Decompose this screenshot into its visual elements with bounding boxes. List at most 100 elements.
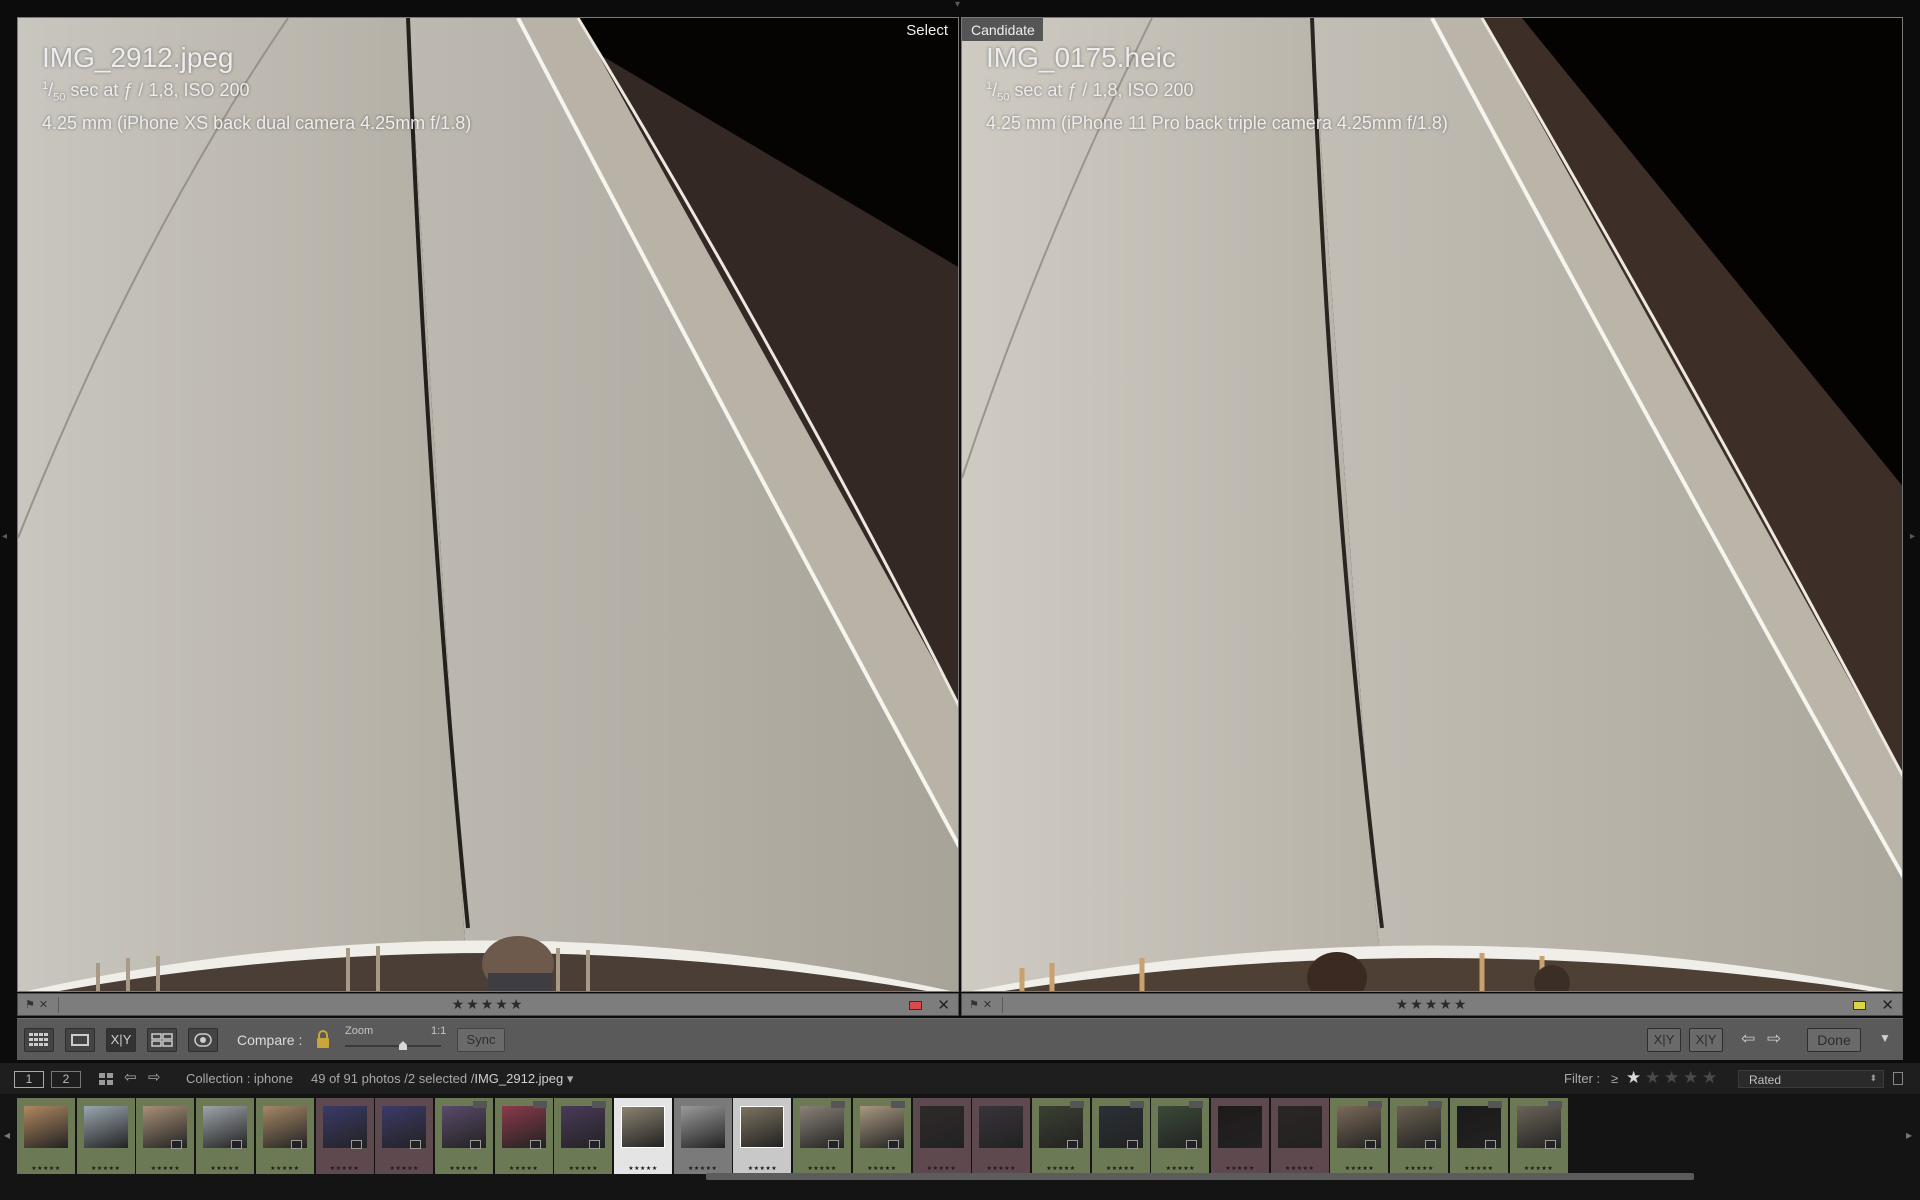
thumbnail-star-icons: ★★★★★	[31, 1166, 61, 1172]
sync-button[interactable]: Sync	[457, 1028, 505, 1052]
grid-view-button[interactable]	[24, 1028, 54, 1052]
thumbnail-metadata-icon	[831, 1101, 846, 1108]
thumbnail-edit-badge-icon	[529, 1140, 541, 1149]
select-star-rating[interactable]: ★★★★★	[18, 996, 958, 1013]
zoom-slider-track[interactable]	[345, 1045, 441, 1047]
select-photo[interactable]	[18, 18, 958, 991]
filmstrip-thumbnail[interactable]: ★★★★★	[912, 1098, 971, 1174]
thumbnail-metadata-icon	[1487, 1101, 1502, 1108]
select-exposure-denominator: 50	[53, 91, 66, 104]
secondary-window-page-button[interactable]: 2	[51, 1071, 81, 1088]
select-close-icon[interactable]: ✕	[937, 996, 950, 1014]
filmstrip-thumbnail[interactable]: ★★★★★	[1509, 1098, 1568, 1174]
select-photo-info-overlay: IMG_2912.jpeg 1/50 sec at ƒ / 1,8, ISO 2…	[42, 42, 471, 136]
survey-view-button[interactable]	[147, 1028, 177, 1052]
select-exposure-text: sec at ƒ / 1,8, ISO 200	[65, 80, 250, 100]
filmstrip-thumbnail[interactable]: ★★★★★	[733, 1098, 792, 1174]
filmstrip-thumbnail[interactable]: ★★★★★	[1091, 1098, 1150, 1174]
filmstrip-thumbnail[interactable]: ★★★★★	[315, 1098, 374, 1174]
filmstrip-thumbnail[interactable]: ★★★★★	[972, 1098, 1031, 1174]
current-filename[interactable]: IMG_2912.jpeg	[474, 1071, 563, 1086]
thumbnail-edit-badge-icon	[350, 1140, 362, 1149]
done-button[interactable]: Done	[1807, 1028, 1861, 1052]
filmstrip-thumbnail[interactable]: ★★★★★	[434, 1098, 493, 1174]
right-panel-toggle-icon[interactable]: ▸	[1910, 532, 1915, 542]
toolbar-options-chevron-down-icon[interactable]: ▼	[1879, 1031, 1891, 1045]
filmstrip-thumbnail[interactable]: ★★★★★	[614, 1098, 672, 1174]
make-select-button[interactable]: X|Y	[1689, 1028, 1723, 1052]
filmstrip-thumbnail[interactable]: ★★★★★	[196, 1098, 255, 1174]
filter-star-4-icon[interactable]: ★	[1683, 1068, 1698, 1088]
filmstrip-scrollbar[interactable]	[706, 1173, 1694, 1180]
thumbnail-star-icons: ★★★★★	[1404, 1166, 1434, 1172]
back-arrow-icon[interactable]: ⇦	[124, 1068, 137, 1086]
filter-operator[interactable]: ≥	[1611, 1071, 1618, 1086]
candidate-photo[interactable]	[962, 18, 1902, 991]
filmstrip-thumbnail[interactable]: ★★★★★	[17, 1098, 75, 1174]
candidate-photo-panel[interactable]: Candidate IMG_0175.heic 1/50 sec at ƒ / …	[961, 17, 1903, 992]
filmstrip-scroll-left-icon[interactable]: ◂	[4, 1128, 10, 1142]
swap-button[interactable]: X|Y	[1647, 1028, 1681, 1052]
grid-small-icon[interactable]	[99, 1073, 113, 1085]
thumbnail-edit-badge-icon	[469, 1140, 481, 1149]
previous-photo-icon[interactable]: ⇦	[1741, 1029, 1755, 1049]
filmstrip-thumbnail[interactable]: ★★★★★	[1449, 1098, 1508, 1174]
select-exposure-numerator: 1	[42, 80, 49, 92]
thumbnail-metadata-icon	[592, 1101, 607, 1108]
filmstrip-thumbnail[interactable]: ★★★★★	[1390, 1098, 1449, 1174]
filter-preset-dropdown[interactable]: Rated ⬍	[1738, 1070, 1884, 1088]
filmstrip-thumbnail[interactable]: ★★★★★	[255, 1098, 314, 1174]
filter-lock-icon[interactable]	[1893, 1072, 1903, 1085]
thumbnail-star-icons: ★★★★★	[1165, 1166, 1195, 1172]
filmstrip-thumbnail[interactable]: ★★★★★	[494, 1098, 553, 1174]
filmstrip-thumbnail[interactable]: ★★★★★	[554, 1098, 613, 1174]
grid-icon	[29, 1033, 48, 1046]
filmstrip: ◂ ▸ ★★★★★ ★★★★★ ★★★★★ ★★★★★ ★★★★★ ★★★★★ ★★★★★ ★…	[0, 1094, 1920, 1200]
select-color-label[interactable]	[909, 1001, 922, 1010]
main-window-page-button[interactable]: 1	[14, 1071, 44, 1088]
filmstrip-thumbnail[interactable]: ★★★★★	[1330, 1098, 1389, 1174]
filmstrip-thumbnail[interactable]: ★★★★★	[673, 1098, 732, 1174]
filmstrip-thumbnail[interactable]: ★★★★★	[375, 1098, 434, 1174]
loupe-view-button[interactable]	[65, 1028, 95, 1052]
thumbnail-edit-badge-icon	[589, 1140, 601, 1149]
thumbnail-star-icons: ★★★★★	[867, 1166, 897, 1172]
compare-view-button[interactable]: X|Y	[106, 1028, 136, 1052]
compare-toolbar: X|Y Compare : Zoom 1:1 Sync X|Y X|Y ⇦ ⇨ …	[17, 1018, 1903, 1060]
thumbnail-edit-badge-icon	[1126, 1140, 1138, 1149]
lock-icon[interactable]	[315, 1029, 331, 1049]
thumbnail-edit-badge-icon	[171, 1140, 183, 1149]
thumbnail-edit-badge-icon	[1484, 1140, 1496, 1149]
filmstrip-thumbnail[interactable]: ★★★★★	[1031, 1098, 1090, 1174]
forward-arrow-icon[interactable]: ⇨	[148, 1068, 161, 1086]
filmstrip-thumbnail[interactable]: ★★★★★	[1211, 1098, 1269, 1174]
filmstrip-thumbnail[interactable]: ★★★★★	[852, 1098, 911, 1174]
zoom-slider-handle[interactable]	[399, 1041, 407, 1050]
filmstrip-thumbnail[interactable]: ★★★★★	[1270, 1098, 1329, 1174]
thumbnail-metadata-icon	[1547, 1101, 1562, 1108]
zoom-label: Zoom	[345, 1025, 374, 1037]
left-panel-toggle-icon[interactable]: ◂	[2, 532, 7, 542]
candidate-star-rating[interactable]: ★★★★★	[962, 996, 1902, 1013]
next-photo-icon[interactable]: ⇨	[1767, 1029, 1781, 1049]
thumbnail-edit-badge-icon	[887, 1140, 899, 1149]
filmstrip-thumbnail[interactable]: ★★★★★	[76, 1098, 135, 1174]
filter-star-5-icon[interactable]: ★	[1702, 1068, 1717, 1088]
filter-star-1-icon[interactable]: ★	[1626, 1068, 1641, 1088]
thumbnail-star-icons: ★★★★★	[90, 1166, 121, 1172]
select-photo-panel[interactable]: IMG_2912.jpeg 1/50 sec at ƒ / 1,8, ISO 2…	[17, 17, 959, 992]
thumbnail-image	[1277, 1106, 1322, 1148]
filename-chevron-down-icon[interactable]: ▾	[567, 1071, 574, 1086]
filter-star-3-icon[interactable]: ★	[1664, 1068, 1679, 1088]
filmstrip-thumbnail[interactable]: ★★★★★	[136, 1098, 195, 1174]
people-view-button[interactable]	[188, 1028, 218, 1052]
candidate-close-icon[interactable]: ✕	[1881, 996, 1894, 1014]
filmstrip-scroll-right-icon[interactable]: ▸	[1906, 1128, 1912, 1142]
top-panel-toggle-icon[interactable]: ▾	[955, 0, 960, 10]
filmstrip-thumbnail[interactable]: ★★★★★	[1151, 1098, 1210, 1174]
source-label[interactable]: Collection : iphone	[186, 1071, 293, 1086]
thumbnail-star-icons: ★★★★★	[747, 1166, 778, 1172]
candidate-color-label[interactable]	[1853, 1001, 1866, 1010]
filter-star-2-icon[interactable]: ★	[1645, 1068, 1660, 1088]
filmstrip-thumbnail[interactable]: ★★★★★	[793, 1098, 852, 1174]
